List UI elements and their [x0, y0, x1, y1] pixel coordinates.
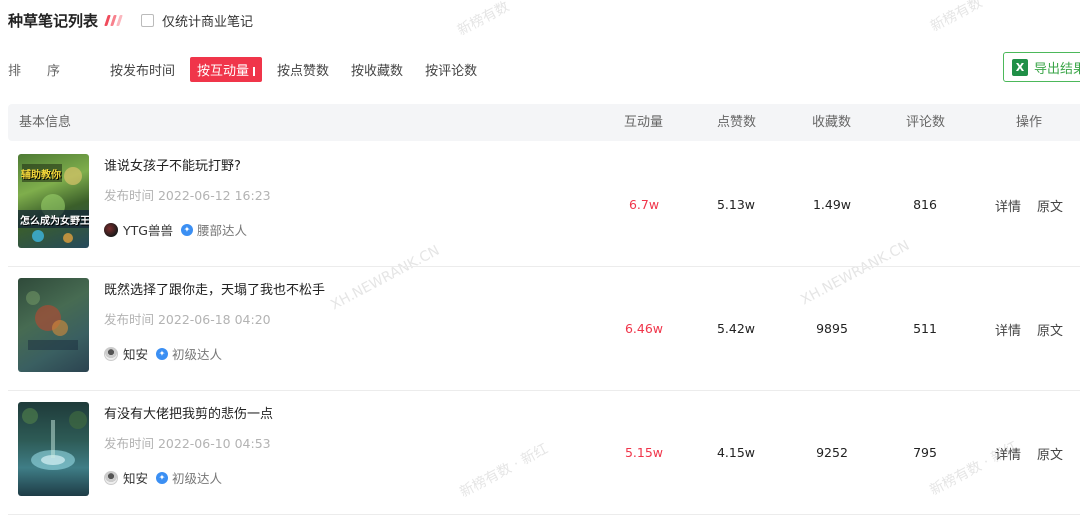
- comments-value: 511: [913, 320, 937, 336]
- watermark: 新榜有数: [927, 0, 985, 36]
- publish-time: 发布时间 2022-06-10 04:53: [104, 436, 271, 451]
- likes-value: 4.15w: [716, 444, 756, 460]
- title-bar: 种草笔记列表 仅统计商业笔记: [8, 8, 253, 32]
- column-comments[interactable]: 评论数: [906, 104, 945, 141]
- author: 知安 ✦ 初级达人: [104, 468, 222, 487]
- sort-by-interaction-label: 按互动量: [197, 63, 250, 79]
- table-row: 既然选择了跟你走，天塌了我也不松手 发布时间 2022-06-18 04:20 …: [8, 266, 1080, 391]
- avatar[interactable]: [104, 222, 118, 237]
- author-name[interactable]: 知安: [123, 468, 148, 487]
- creator-level-badge: 初级达人: [172, 347, 223, 362]
- thumbnail-caption-bottom: 怎么成为女野王: [20, 216, 89, 227]
- commercial-only-toggle[interactable]: 仅统计商业笔记: [141, 11, 253, 30]
- table-row: 有没有大佬把我剪的悲伤一点 发布时间 2022-06-10 04:53 知安 ✦…: [8, 390, 1080, 515]
- interaction-value: 5.15w: [624, 444, 664, 460]
- avatar[interactable]: [104, 346, 118, 361]
- sort-label: 排序: [8, 63, 87, 79]
- favorites-value: 1.49w: [812, 196, 852, 212]
- note-title[interactable]: 有没有大佬把我剪的悲伤一点: [104, 403, 273, 422]
- creator-level-icon: ✦: [180, 223, 193, 236]
- column-interaction[interactable]: 互动量: [624, 104, 663, 141]
- column-actions: 操作: [1016, 115, 1043, 130]
- title-decoration: [104, 14, 123, 26]
- sort-by-publish-time[interactable]: 按发布时间: [103, 57, 182, 82]
- author-name[interactable]: 知安: [123, 344, 148, 363]
- thumbnail-caption-top: 辅助教你: [21, 170, 61, 181]
- export-button[interactable]: X 导出结果: [1003, 52, 1080, 82]
- sort-bar: 排序 按发布时间 按互动量 按点赞数 按收藏数 按评论数: [8, 56, 492, 82]
- creator-level-badge: 腰部达人: [196, 223, 247, 238]
- author: 知安 ✦ 初级达人: [104, 344, 222, 363]
- sort-by-likes[interactable]: 按点赞数: [270, 57, 336, 82]
- thumbnail-art: [22, 408, 87, 470]
- note-title[interactable]: 谁说女孩子不能玩打野?: [104, 155, 241, 174]
- author-name[interactable]: YTG兽兽: [123, 220, 173, 239]
- original-link[interactable]: 原文: [1037, 444, 1063, 463]
- note-thumbnail[interactable]: [18, 402, 89, 496]
- watermark: 新榜有数: [454, 0, 512, 40]
- detail-link[interactable]: 详情: [995, 320, 1021, 339]
- export-label: 导出结果: [1034, 61, 1080, 77]
- sort-by-interaction[interactable]: 按互动量: [190, 56, 263, 82]
- detail-link[interactable]: 详情: [995, 196, 1021, 215]
- sort-desc-icon: [253, 66, 256, 76]
- original-link[interactable]: 原文: [1037, 320, 1063, 339]
- interaction-value: 6.46w: [624, 320, 664, 336]
- table-header: 基本信息 互动量 点赞数 收藏数 评论数 操作: [8, 104, 1080, 141]
- creator-level-icon: ✦: [156, 347, 169, 360]
- sort-by-comments[interactable]: 按评论数: [418, 57, 484, 82]
- likes-value: 5.13w: [716, 196, 756, 212]
- table-row: 辅助教你 怎么成为女野王 谁说女孩子不能玩打野? 发布时间 2022-06-12…: [8, 142, 1080, 267]
- favorites-value: 9895: [816, 320, 848, 336]
- column-favorites[interactable]: 收藏数: [812, 104, 851, 141]
- author: YTG兽兽 ✦ 腰部达人: [104, 220, 247, 239]
- column-likes[interactable]: 点赞数: [717, 104, 756, 141]
- creator-level-badge: 初级达人: [172, 471, 223, 486]
- note-title[interactable]: 既然选择了跟你走，天塌了我也不松手: [104, 279, 325, 298]
- likes-value: 5.42w: [716, 320, 756, 336]
- commercial-only-checkbox[interactable]: [141, 13, 155, 27]
- excel-icon: X: [1012, 58, 1028, 76]
- thumbnail-art: [26, 291, 78, 350]
- note-thumbnail[interactable]: 辅助教你 怎么成为女野王: [18, 154, 89, 248]
- interaction-value: 6.7w: [628, 196, 660, 212]
- avatar[interactable]: [104, 470, 118, 485]
- page-title: 种草笔记列表: [8, 11, 99, 30]
- comments-value: 795: [913, 444, 937, 460]
- favorites-value: 9252: [816, 444, 848, 460]
- original-link[interactable]: 原文: [1037, 196, 1063, 215]
- column-basic-info: 基本信息: [19, 115, 72, 130]
- publish-time: 发布时间 2022-06-18 04:20: [104, 312, 271, 327]
- sort-by-favorites[interactable]: 按收藏数: [344, 57, 410, 82]
- creator-level-icon: ✦: [156, 471, 169, 484]
- comments-value: 816: [913, 196, 937, 212]
- publish-time: 发布时间 2022-06-12 16:23: [104, 188, 271, 203]
- note-thumbnail[interactable]: [18, 278, 89, 372]
- commercial-only-label: 仅统计商业笔记: [162, 14, 254, 30]
- detail-link[interactable]: 详情: [995, 444, 1021, 463]
